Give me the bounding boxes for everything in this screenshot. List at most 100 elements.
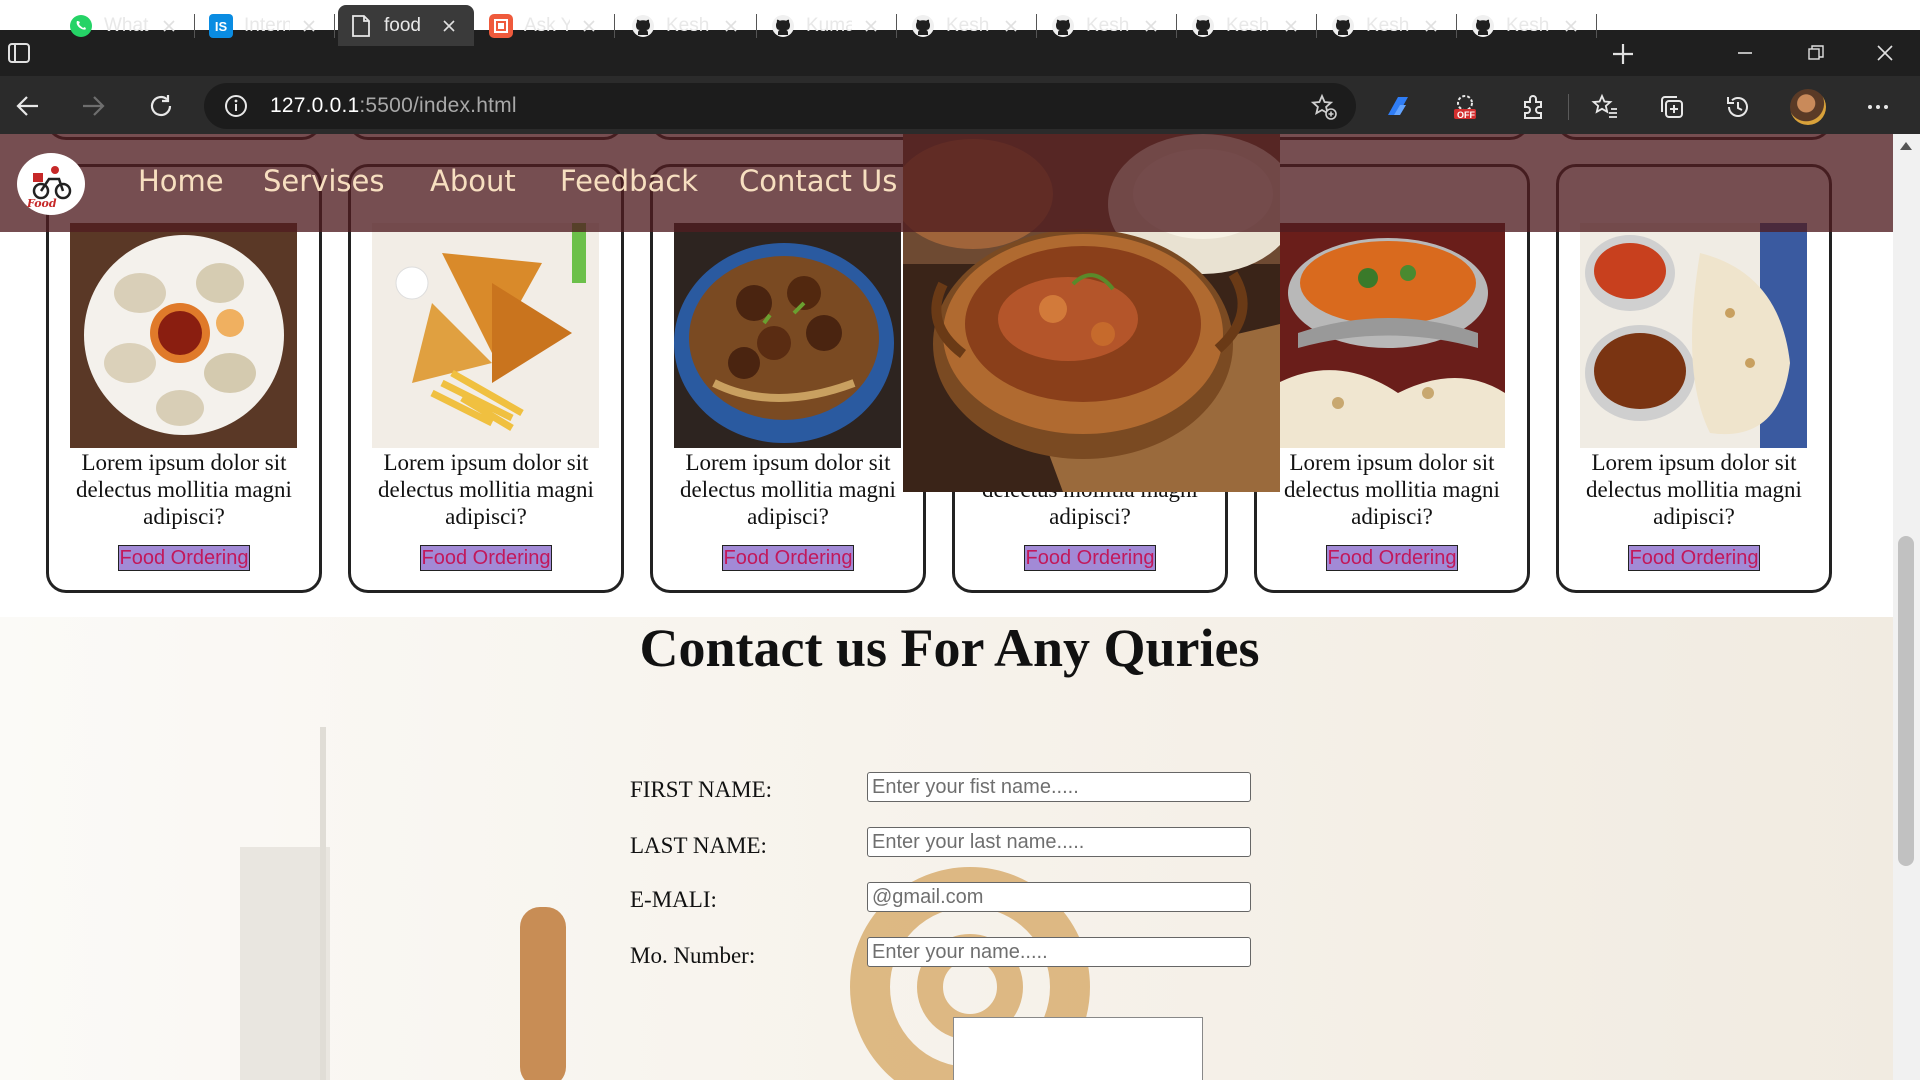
- profile-avatar[interactable]: [1790, 89, 1826, 125]
- tab-label: Kesh: [1086, 14, 1130, 36]
- card-description: Lorem ipsum dolor sit delectus mollitia …: [1284, 450, 1500, 529]
- tab-label: What: [104, 14, 149, 36]
- tab-separator: [194, 14, 195, 38]
- card-description: Lorem ipsum dolor sit delectus mollitia …: [680, 450, 896, 529]
- github-icon: [1050, 13, 1076, 39]
- close-window-icon[interactable]: [1862, 38, 1908, 68]
- tab-close-icon[interactable]: [578, 15, 600, 37]
- add-favorite-icon[interactable]: [1310, 93, 1338, 126]
- first-name-label: FIRST NAME:: [630, 777, 773, 802]
- browser-tab[interactable]: Kesh: [1320, 5, 1457, 46]
- butter-chicken-naan-image: [1278, 223, 1505, 448]
- food-ordering-button[interactable]: Food Ordering: [1628, 545, 1760, 571]
- back-arrow-icon[interactable]: [12, 90, 44, 122]
- scroll-thumb[interactable]: [1898, 536, 1914, 866]
- mobile-number-label: Mo. Number:: [630, 943, 756, 968]
- github-icon: [630, 13, 656, 39]
- last-name-input[interactable]: [867, 827, 1251, 857]
- message-textarea[interactable]: [953, 1017, 1203, 1080]
- ask-icon: [488, 13, 514, 39]
- noodles-manchurian-image: [674, 223, 901, 448]
- contact-section: Contact us For Any Quries FIRST NAME: LA…: [0, 617, 1893, 1080]
- browser-tab[interactable]: Kesh: [1460, 5, 1597, 46]
- tab-label: Intern: [244, 14, 290, 36]
- tab-separator: [896, 14, 897, 38]
- copilot-icon[interactable]: [1383, 92, 1413, 122]
- tab-actions-icon[interactable]: [6, 40, 38, 66]
- tab-separator: [1036, 14, 1037, 38]
- browser-tab[interactable]: Kesh: [1040, 5, 1177, 46]
- sandwich-fries-image: [372, 223, 599, 448]
- tab-close-icon[interactable]: [720, 15, 742, 37]
- food-ordering-button[interactable]: Food Ordering: [420, 545, 552, 571]
- browser-tab[interactable]: IS Intern: [198, 5, 335, 46]
- favorites-icon[interactable]: [1590, 92, 1620, 122]
- tab-close-icon[interactable]: [1000, 15, 1022, 37]
- site-logo[interactable]: Food: [17, 153, 85, 215]
- reload-icon[interactable]: [145, 90, 177, 122]
- tab-close-icon[interactable]: [860, 15, 882, 37]
- history-icon[interactable]: [1723, 92, 1753, 122]
- github-icon: [1330, 13, 1356, 39]
- nav-about[interactable]: About: [430, 164, 516, 198]
- browser-tab[interactable]: food: [338, 5, 474, 46]
- email-label: E-MALI:: [630, 887, 717, 912]
- github-icon: [910, 13, 936, 39]
- tab-separator: [334, 14, 335, 38]
- scroll-up-arrow-icon[interactable]: [1900, 142, 1912, 150]
- nav-home[interactable]: Home: [138, 164, 224, 198]
- food-ordering-button[interactable]: Food Ordering: [1326, 545, 1458, 571]
- email-input[interactable]: [867, 882, 1251, 912]
- browser-tab[interactable]: Kuma: [760, 5, 897, 46]
- tab-label: Ask Y: [524, 14, 570, 36]
- minimize-icon[interactable]: [1722, 38, 1768, 68]
- whatsapp-icon: [68, 13, 94, 39]
- tab-label: Kesh: [1366, 14, 1410, 36]
- tab-label: Kesh: [1506, 14, 1550, 36]
- adblock-off-icon[interactable]: OFF: [1450, 92, 1480, 122]
- mobile-number-input[interactable]: [867, 937, 1251, 967]
- tab-close-icon[interactable]: [438, 15, 460, 37]
- first-name-input[interactable]: [867, 772, 1251, 802]
- browser-tab[interactable]: Kesh: [620, 5, 757, 46]
- page-icon: [348, 13, 374, 39]
- contact-title: Contact us For Any Quries: [639, 618, 1260, 678]
- tab-close-icon[interactable]: [298, 15, 320, 37]
- extensions-icon[interactable]: [1518, 92, 1548, 122]
- more-menu-icon[interactable]: [1863, 92, 1893, 122]
- svg-text:IS: IS: [215, 19, 228, 34]
- restore-icon[interactable]: [1793, 38, 1839, 68]
- internshala-icon: IS: [208, 13, 234, 39]
- site-info-icon[interactable]: [224, 94, 248, 123]
- github-icon: [1470, 13, 1496, 39]
- card-description: Lorem ipsum dolor sit delectus mollitia …: [76, 450, 292, 529]
- tab-close-icon[interactable]: [158, 15, 180, 37]
- url-text[interactable]: 127.0.0.1:5500/index.html: [270, 94, 517, 118]
- tab-label: Kuma: [806, 14, 852, 36]
- forward-arrow-icon[interactable]: [77, 90, 109, 122]
- new-tab-plus-icon[interactable]: [1608, 39, 1638, 69]
- page-scrollbar[interactable]: [1893, 134, 1920, 1080]
- browser-tab[interactable]: Kesh: [1180, 5, 1317, 46]
- browser-tab[interactable]: Kesh: [900, 5, 1037, 46]
- collections-icon[interactable]: [1657, 92, 1687, 122]
- nav-feedback[interactable]: Feedback: [560, 164, 698, 198]
- site-navbar: Food Home Servises About Feedback Contac…: [0, 134, 1893, 232]
- nav-services[interactable]: Servises: [263, 164, 384, 198]
- tab-label: Kesh: [1226, 14, 1270, 36]
- food-ordering-button[interactable]: Food Ordering: [1024, 545, 1156, 571]
- card-description: Lorem ipsum dolor sit delectus mollitia …: [1586, 450, 1802, 529]
- browser-tab[interactable]: What: [58, 5, 195, 46]
- momos-image: [70, 223, 297, 448]
- tab-close-icon[interactable]: [1420, 15, 1442, 37]
- toolbar-separator: [1568, 94, 1569, 120]
- address-bar[interactable]: 127.0.0.1:5500/index.html: [204, 83, 1356, 129]
- tab-label: Kesh: [666, 14, 710, 36]
- nav-contact-us[interactable]: Contact Us: [739, 164, 897, 198]
- tab-close-icon[interactable]: [1560, 15, 1582, 37]
- tab-close-icon[interactable]: [1140, 15, 1162, 37]
- food-ordering-button[interactable]: Food Ordering: [722, 545, 854, 571]
- tab-close-icon[interactable]: [1280, 15, 1302, 37]
- browser-tab[interactable]: Ask Y: [478, 5, 615, 46]
- food-ordering-button[interactable]: Food Ordering: [118, 545, 250, 571]
